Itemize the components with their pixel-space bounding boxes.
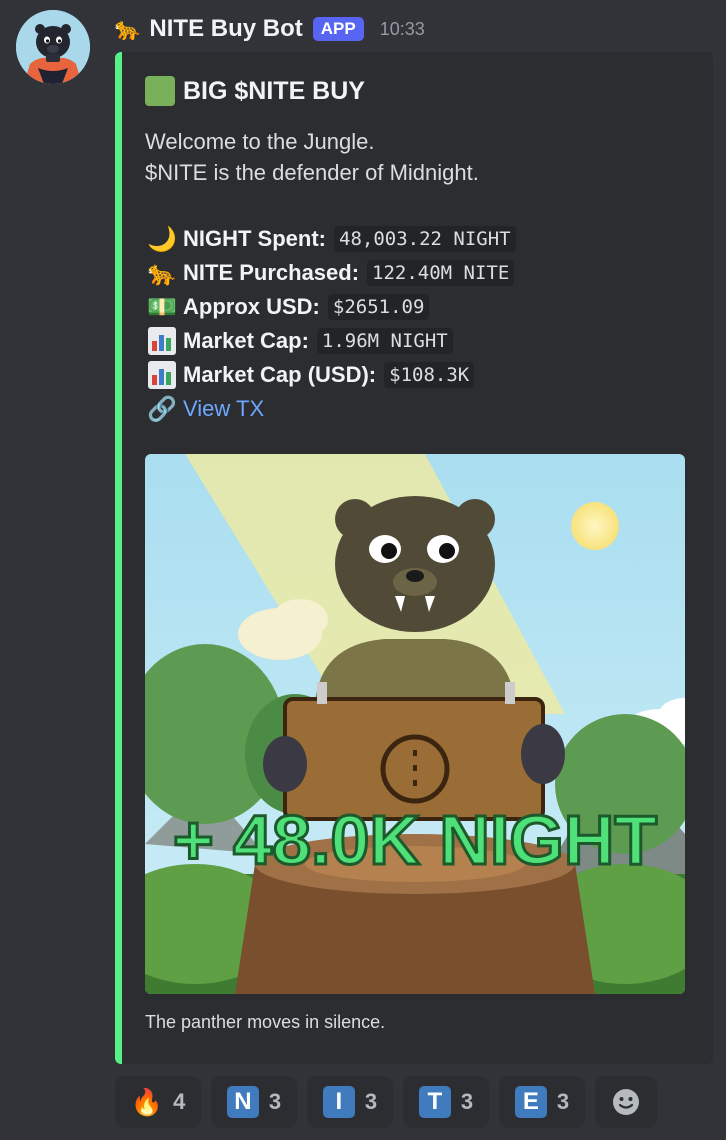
- image-overlay-text: + 48.0K NIGHT: [173, 801, 657, 879]
- app-badge: APP: [312, 17, 364, 41]
- reaction-count: 3: [556, 1089, 570, 1114]
- field-label: NITE Purchased:: [183, 260, 360, 285]
- embed-footer-caption: The panther moves in silence.: [145, 1012, 386, 1032]
- reaction-letter-n[interactable]: N 3: [211, 1076, 297, 1128]
- view-tx-row: 🔗 View TX: [145, 392, 516, 426]
- crescent-moon-icon: 🌙: [147, 225, 177, 253]
- link-icon: 🔗: [147, 395, 177, 423]
- reaction-count: 3: [364, 1089, 378, 1114]
- leopard-icon: 🐆: [147, 259, 177, 287]
- field-label: NIGHT Spent:: [183, 226, 326, 251]
- field-value: 1.96M NIGHT: [316, 328, 453, 354]
- leopard-emoji-icon: 🐆: [114, 16, 142, 41]
- view-tx-link[interactable]: View TX: [183, 396, 264, 422]
- description-line: $NITE is the defender of Midnight.: [145, 160, 479, 185]
- bar-chart-icon: [145, 326, 179, 356]
- field-market-cap-usd: Market Cap (USD): $108.3K: [145, 358, 516, 392]
- field-approx-usd: 💵 Approx USD: $2651.09: [145, 290, 516, 324]
- field-nite-purchased: 🐆 NITE Purchased: 122.40M NITE: [145, 256, 516, 290]
- add-reaction-button[interactable]: [595, 1076, 657, 1128]
- embed-accent-bar: [115, 52, 122, 1064]
- bot-username[interactable]: NITE Buy Bot: [149, 15, 302, 43]
- field-value: $108.3K: [384, 362, 475, 388]
- reaction-letter-t[interactable]: T 3: [403, 1076, 489, 1128]
- green-square-icon: [145, 76, 175, 106]
- regional-indicator-i-icon: I: [322, 1086, 355, 1118]
- regional-indicator-t-icon: T: [418, 1086, 451, 1118]
- embed-card: BIG $NITE BUY Welcome to the Jungle. $NI…: [115, 52, 713, 1064]
- field-value: 48,003.22 NIGHT: [334, 226, 516, 252]
- reaction-letter-i[interactable]: I 3: [307, 1076, 393, 1128]
- embed-title-text: BIG $NITE BUY: [183, 76, 365, 105]
- reaction-count: 3: [460, 1089, 474, 1114]
- bar-chart-icon: [145, 360, 179, 390]
- field-value: $2651.09: [327, 294, 430, 320]
- reaction-letter-e[interactable]: E 3: [499, 1076, 585, 1128]
- dollar-banknote-icon: 💵: [147, 293, 177, 321]
- field-value: 122.40M NITE: [367, 260, 515, 286]
- field-market-cap: Market Cap: 1.96M NIGHT: [145, 324, 516, 358]
- embed-image[interactable]: + 48.0K NIGHT: [145, 454, 685, 994]
- embed-title: BIG $NITE BUY: [145, 76, 365, 106]
- message-timestamp[interactable]: 10:33: [380, 19, 425, 40]
- embed-description: Welcome to the Jungle. $NITE is the defe…: [145, 126, 479, 188]
- regional-indicator-n-icon: N: [226, 1086, 259, 1118]
- reaction-fire[interactable]: 🔥 4: [115, 1076, 201, 1128]
- regional-indicator-e-icon: E: [514, 1086, 547, 1118]
- field-label: Market Cap:: [183, 328, 309, 353]
- smiley-add-reaction-icon: [613, 1089, 639, 1115]
- reactions-bar: 🔥 4 N 3 I 3 T 3 E 3: [115, 1076, 657, 1128]
- description-line: Welcome to the Jungle.: [145, 129, 375, 154]
- fire-emoji-icon: 🔥: [130, 1086, 164, 1117]
- message-header: 🐆 NITE Buy Bot APP 10:33: [114, 12, 425, 46]
- bot-avatar[interactable]: [16, 10, 90, 84]
- embed-fields: 🌙 NIGHT Spent: 48,003.22 NIGHT 🐆 NITE Pu…: [145, 222, 516, 426]
- field-night-spent: 🌙 NIGHT Spent: 48,003.22 NIGHT: [145, 222, 516, 256]
- reaction-count: 4: [173, 1089, 186, 1114]
- reaction-count: 3: [268, 1089, 282, 1114]
- field-label: Market Cap (USD):: [183, 362, 377, 387]
- field-label: Approx USD:: [183, 294, 320, 319]
